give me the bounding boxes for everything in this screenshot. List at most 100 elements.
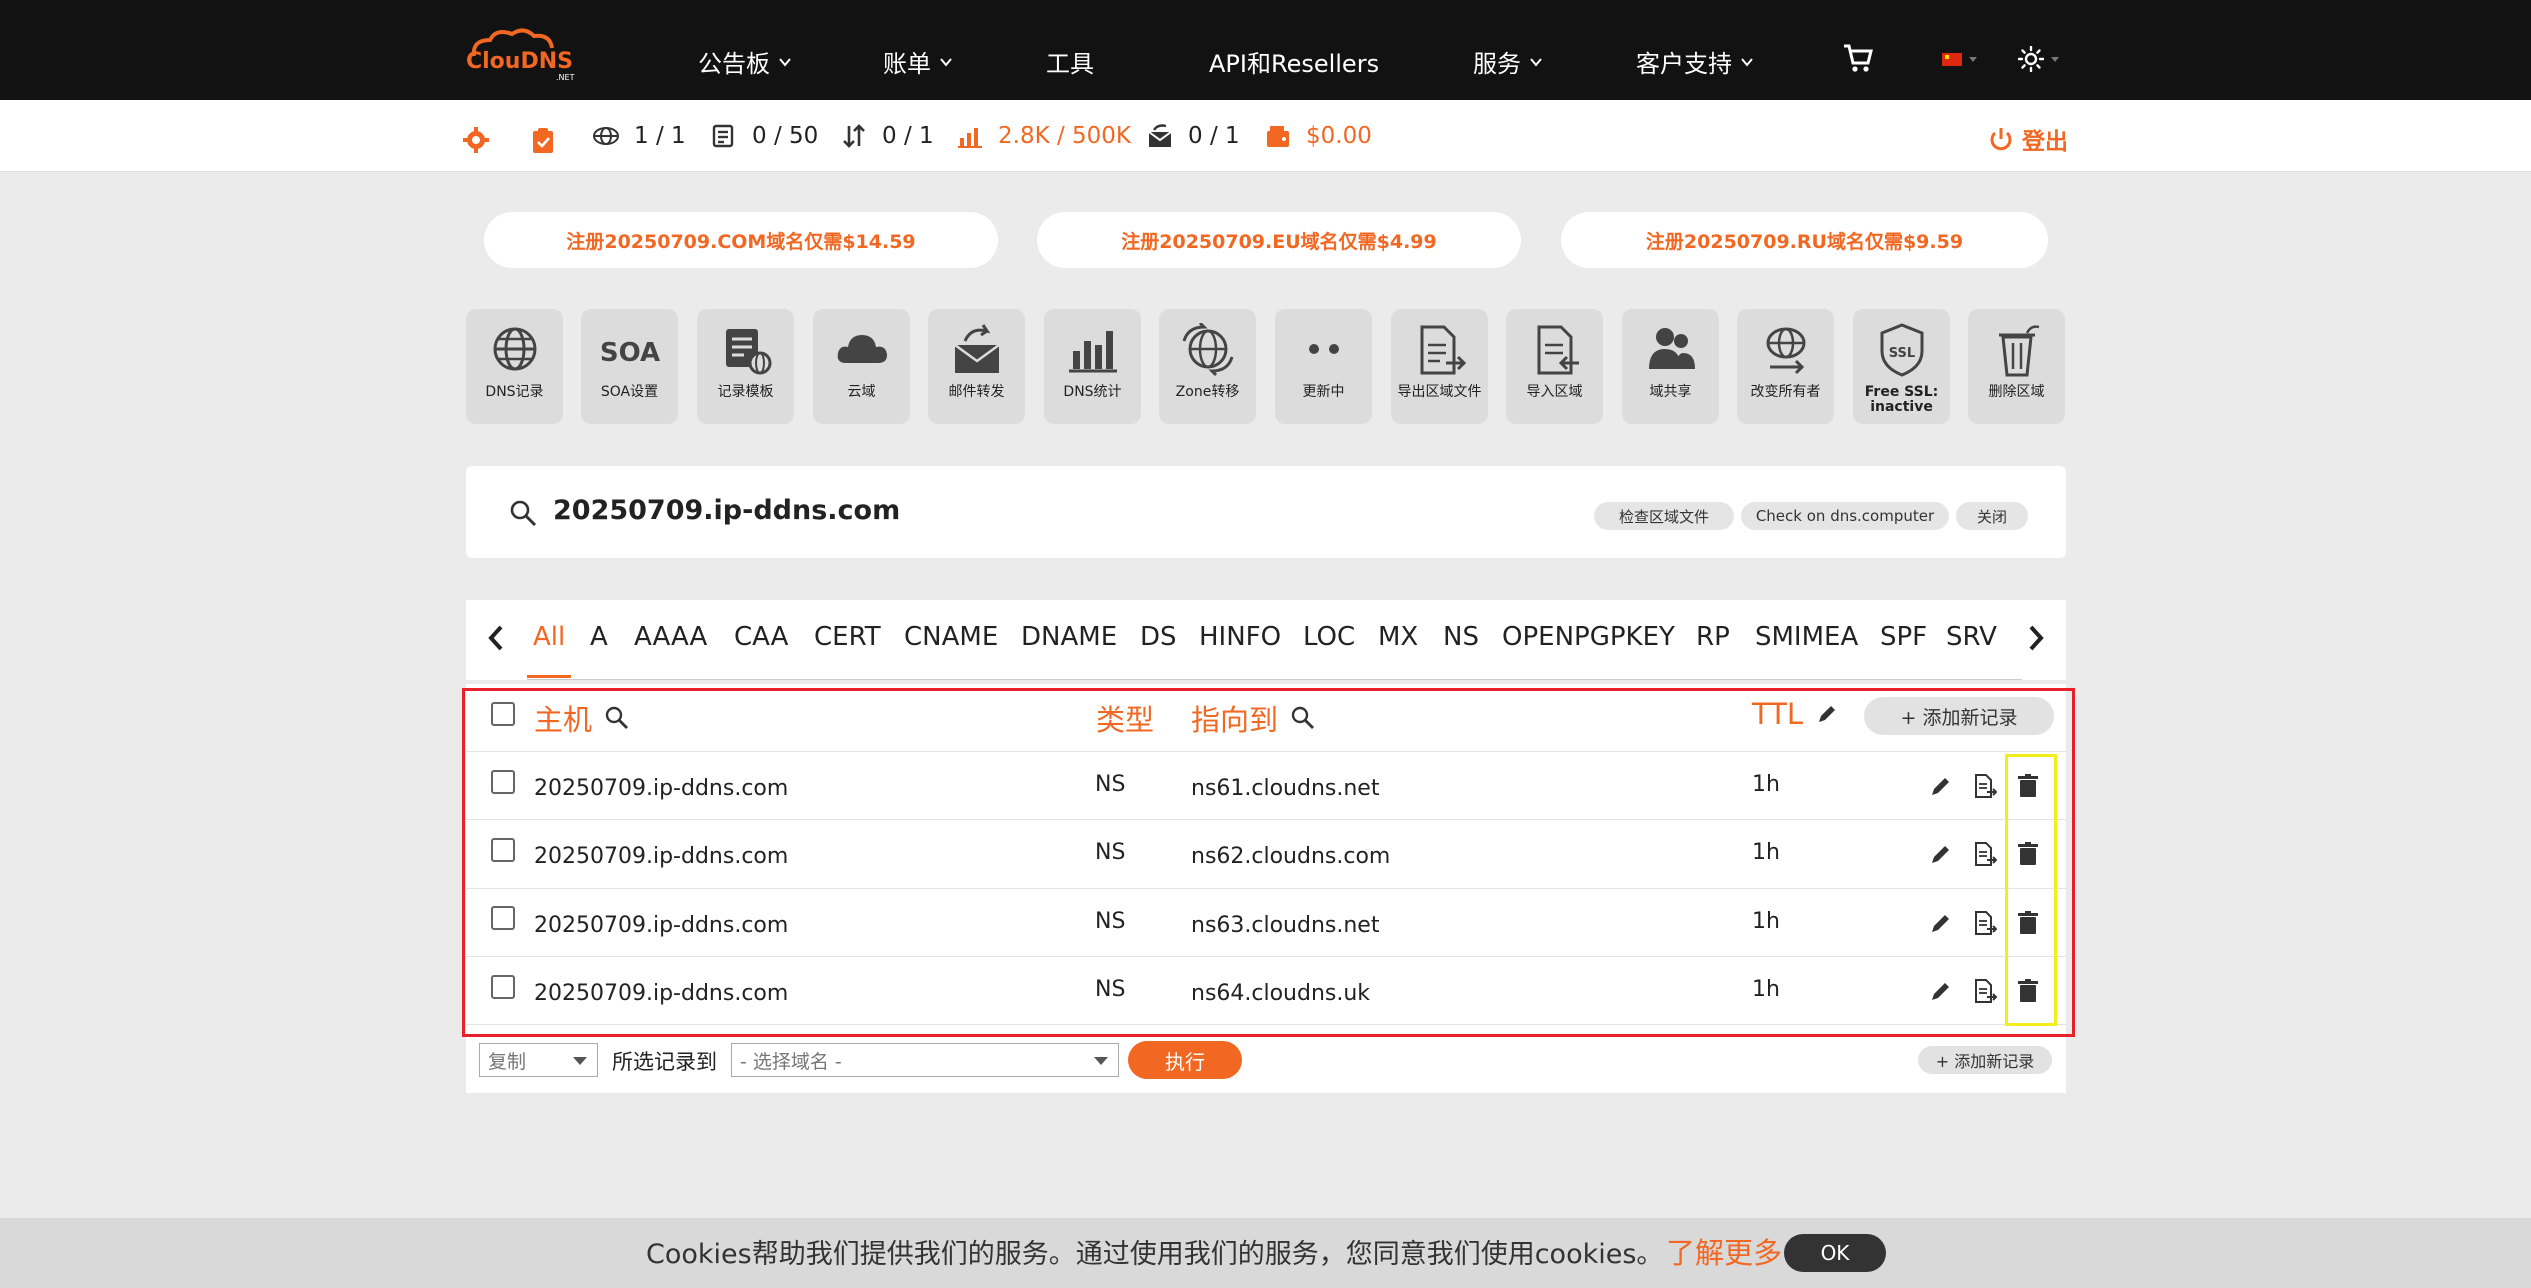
tool-label: Zone转移 <box>1175 384 1240 400</box>
execute-button[interactable]: 执行 <box>1128 1041 1242 1079</box>
records-highlight-box <box>462 688 2075 1037</box>
zone-name: 20250709.ip-ddns.com <box>553 495 901 526</box>
stat-mail-forwards[interactable]: 0 / 1 <box>1146 122 1240 150</box>
stat-zones-value: 1 / 1 <box>634 123 686 149</box>
promo-ru[interactable]: 注册20250709.RU域名仅需$9.59 <box>1561 212 2048 268</box>
tool-updating[interactable]: 更新中 <box>1275 309 1372 424</box>
nav-label: 服务 <box>1473 50 1521 78</box>
tool-dns-stats[interactable]: DNS统计 <box>1044 309 1141 424</box>
tab-spf[interactable]: SPF <box>1880 622 1927 652</box>
tab-openpgpkey[interactable]: OPENPGPKEY <box>1502 622 1675 652</box>
power-icon <box>1990 128 2012 151</box>
target-domain-select[interactable]: - 选择域名 - <box>731 1043 1119 1077</box>
flag-cn-icon[interactable] <box>1942 53 1962 66</box>
nav-label: 工具 <box>1046 50 1094 78</box>
dropdown-arrow-icon <box>1094 1057 1108 1065</box>
cloud-icon <box>837 335 887 363</box>
cookie-ok-button[interactable]: OK <box>1784 1234 1886 1272</box>
tab-aaaa[interactable]: AAAA <box>634 622 707 652</box>
stat-balance[interactable]: $0.00 <box>1264 122 1372 150</box>
check-dns-computer-button[interactable]: Check on dns.computer <box>1741 502 1949 530</box>
stat-records[interactable]: 0 / 50 <box>710 122 818 150</box>
chevron-right-icon[interactable] <box>2026 624 2046 652</box>
tool-label: Free SSL: inactive <box>1864 384 1939 415</box>
stat-zones[interactable]: 1 / 1 <box>592 122 686 150</box>
tool-export-zone[interactable]: 导出区域文件 <box>1391 309 1488 424</box>
cloudns-logo[interactable]: ClouDNS .NET <box>464 26 584 84</box>
tab-rp[interactable]: RP <box>1696 622 1730 652</box>
add-record-bottom-button[interactable]: + 添加新记录 <box>1918 1046 2052 1074</box>
tool-soa-settings[interactable]: SOA SOA设置 <box>581 309 678 424</box>
tool-free-ssl[interactable]: SSL Free SSL: inactive <box>1853 309 1950 424</box>
stat-transfers-value: 0 / 1 <box>882 123 934 149</box>
clipboard-check-icon[interactable] <box>530 126 556 154</box>
mail-forward-icon <box>953 324 1000 373</box>
check-zone-file-button[interactable]: 检查区域文件 <box>1594 502 1734 530</box>
tab-hinfo[interactable]: HINFO <box>1199 622 1281 652</box>
import-file-icon <box>1537 325 1579 375</box>
tab-smimea[interactable]: SMIMEA <box>1755 622 1858 652</box>
globe-icon <box>493 327 536 371</box>
bulk-action-select[interactable]: 复制 <box>479 1043 598 1077</box>
tool-label: DNS记录 <box>485 384 544 400</box>
close-button[interactable]: 关闭 <box>1956 502 2028 530</box>
tab-cert[interactable]: CERT <box>814 622 881 652</box>
tool-label: 邮件转发 <box>948 384 1005 400</box>
tool-delete-zone[interactable]: 删除区域 <box>1968 309 2065 424</box>
tool-zone-transfer[interactable]: Zone转移 <box>1159 309 1256 424</box>
stat-transfers[interactable]: 0 / 1 <box>840 122 934 150</box>
tab-loc[interactable]: LOC <box>1303 622 1355 652</box>
theme-sun-icon[interactable] <box>2018 46 2044 72</box>
tab-all[interactable]: All <box>533 622 565 652</box>
tab-ds[interactable]: DS <box>1140 622 1177 652</box>
tool-label: 域共享 <box>1649 384 1692 400</box>
stat-balance-value: $0.00 <box>1306 123 1372 149</box>
tabs-divider <box>527 679 2022 680</box>
tool-change-owner[interactable]: 改变所有者 <box>1737 309 1834 424</box>
bulk-action-value: 复制 <box>488 1050 527 1073</box>
globe-transfer-icon <box>1182 323 1233 377</box>
tool-label: 导入区域 <box>1526 384 1583 400</box>
tab-ns[interactable]: NS <box>1443 622 1479 652</box>
nav-billing[interactable]: 账单 <box>883 44 953 79</box>
tab-mx[interactable]: MX <box>1378 622 1418 652</box>
nav-api-resellers[interactable]: API和Resellers <box>1209 44 1379 79</box>
nav-tools[interactable]: 工具 <box>1046 44 1094 79</box>
promo-com[interactable]: 注册20250709.COM域名仅需$14.59 <box>484 212 998 268</box>
mail-forward-icon <box>1148 124 1172 147</box>
cart-icon[interactable] <box>1842 42 1874 74</box>
tool-label: 删除区域 <box>1988 384 2045 400</box>
tab-srv[interactable]: SRV <box>1946 622 1997 652</box>
nav-label: 账单 <box>883 50 931 78</box>
svg-text:SSL: SSL <box>1888 346 1914 361</box>
nav-support[interactable]: 客户支持 <box>1636 44 1754 79</box>
tool-cloud-domains[interactable]: 云域 <box>813 309 910 424</box>
promo-eu[interactable]: 注册20250709.EU域名仅需$4.99 <box>1037 212 1521 268</box>
tab-cname[interactable]: CNAME <box>904 622 998 652</box>
stat-mail-forwards-value: 0 / 1 <box>1188 123 1240 149</box>
svg-text:.NET: .NET <box>556 73 575 82</box>
nav-label: API和Resellers <box>1209 50 1380 78</box>
tool-domain-sharing[interactable]: 域共享 <box>1622 309 1719 424</box>
tool-import-zone[interactable]: 导入区域 <box>1506 309 1603 424</box>
nav-services[interactable]: 服务 <box>1473 44 1543 79</box>
chevron-left-icon[interactable] <box>486 624 506 652</box>
gear-icon[interactable] <box>462 126 490 154</box>
tool-label: DNS统计 <box>1063 384 1122 400</box>
tool-dns-records[interactable]: DNS记录 <box>466 309 563 424</box>
tab-dname[interactable]: DNAME <box>1021 622 1117 652</box>
nav-bulletin-board[interactable]: 公告板 <box>698 44 792 79</box>
tool-label: 云域 <box>847 384 876 400</box>
cookie-learn-more-link[interactable]: 了解更多 <box>1666 1230 1782 1272</box>
logo-cloud-icon: ClouDNS .NET <box>466 28 575 82</box>
tool-mail-forwarding[interactable]: 邮件转发 <box>928 309 1025 424</box>
logout-button[interactable]: 登出 <box>1988 122 2068 156</box>
records-list-icon <box>712 124 734 148</box>
search-icon[interactable] <box>508 498 538 528</box>
dropdown-arrow-icon <box>573 1057 587 1065</box>
tab-a[interactable]: A <box>590 622 608 652</box>
tool-record-templates[interactable]: 记录模板 <box>697 309 794 424</box>
users-icon <box>1648 328 1695 369</box>
tab-caa[interactable]: CAA <box>734 622 788 652</box>
stat-queries[interactable]: 2.8K / 500K <box>956 122 1131 150</box>
